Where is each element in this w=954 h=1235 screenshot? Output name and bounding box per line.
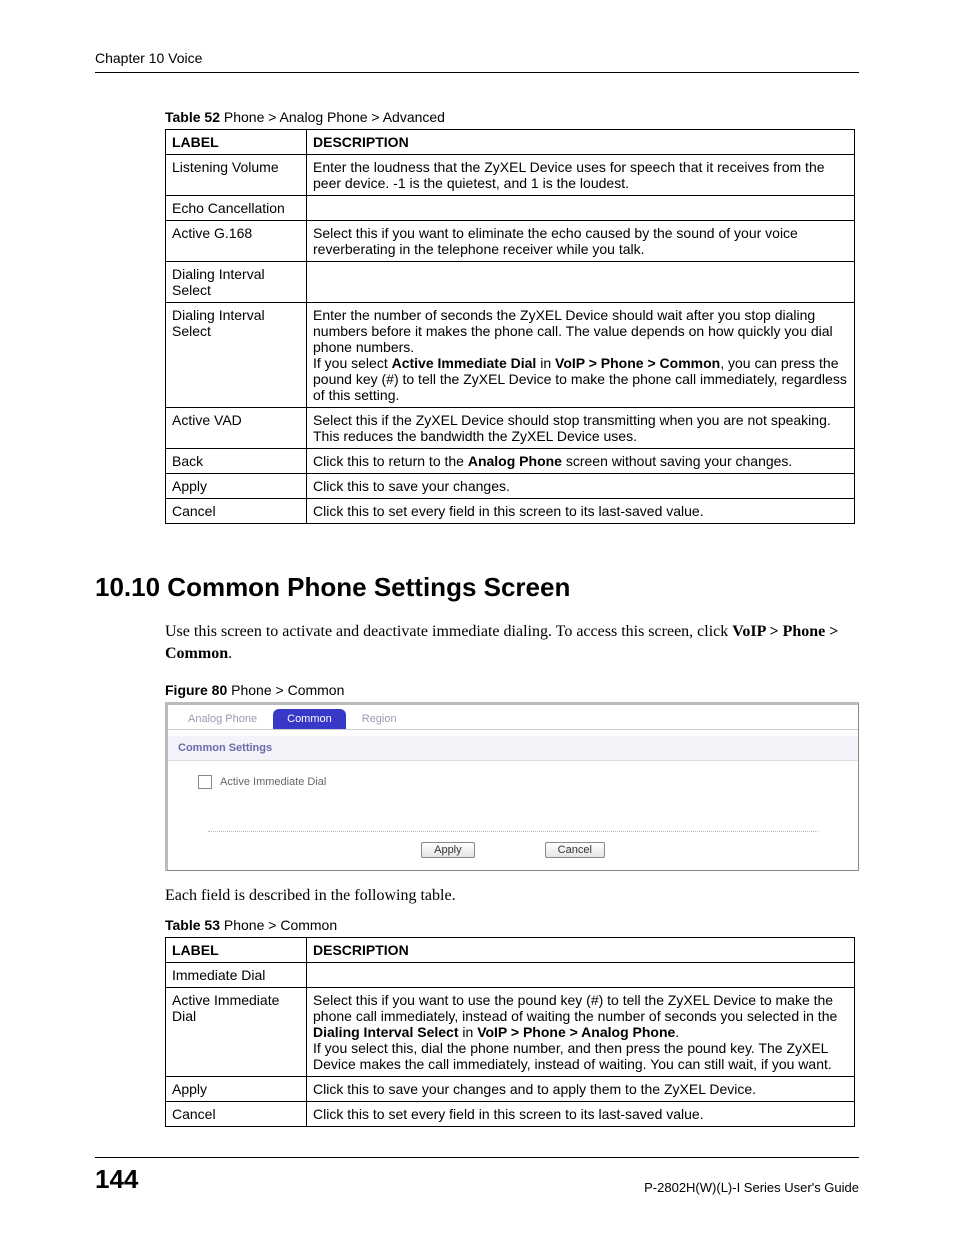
desc-part: in (459, 1024, 478, 1040)
col-label: LABEL (166, 130, 307, 155)
row-label: Apply (166, 1076, 307, 1101)
col-label: LABEL (166, 937, 307, 962)
desc-bold: Dialing Interval Select (313, 1024, 459, 1040)
checkbox-label: Active Immediate Dial (220, 776, 326, 788)
desc-bold: Active Immediate Dial (392, 355, 537, 371)
desc-part: If you select this, dial the phone numbe… (313, 1040, 832, 1072)
separator (208, 831, 818, 832)
table-row: Active VAD Select this if the ZyXEL Devi… (166, 408, 855, 449)
row-label: Echo Cancellation (166, 196, 307, 221)
table-row: Listening Volume Enter the loudness that… (166, 155, 855, 196)
desc-part: in (536, 355, 555, 371)
desc-part: If you select (313, 355, 392, 371)
page-footer: 144 P-2802H(W)(L)-I Series User's Guide (95, 1157, 859, 1195)
table-53: LABEL DESCRIPTION Immediate Dial Active … (165, 937, 855, 1127)
body-paragraph: Use this screen to activate and deactiva… (165, 621, 859, 664)
row-desc (307, 196, 855, 221)
table-row: Dialing Interval Select Enter the number… (166, 303, 855, 408)
table-row: Active G.168 Select this if you want to … (166, 221, 855, 262)
col-desc: DESCRIPTION (307, 130, 855, 155)
section-heading: 10.10 Common Phone Settings Screen (95, 572, 859, 603)
row-desc: Select this if the ZyXEL Device should s… (307, 408, 855, 449)
tab-row: Analog Phone Common Region (168, 705, 858, 730)
page-number: 144 (95, 1164, 138, 1195)
table-row: Echo Cancellation (166, 196, 855, 221)
table-row: Immediate Dial (166, 962, 855, 987)
row-desc (307, 262, 855, 303)
table-row: Dialing Interval Select (166, 262, 855, 303)
row-desc: Click this to set every field in this sc… (307, 499, 855, 524)
table-row: Back Click this to return to the Analog … (166, 449, 855, 474)
row-desc: Select this if you want to eliminate the… (307, 221, 855, 262)
panel-title: Common Settings (168, 736, 858, 761)
row-desc: Click this to save your changes. (307, 474, 855, 499)
desc-bold: Analog Phone (468, 453, 562, 469)
body-paragraph: Each field is described in the following… (165, 885, 859, 907)
row-desc: Click this to save your changes and to a… (307, 1076, 855, 1101)
figure-80-screenshot: Analog Phone Common Region Common Settin… (165, 702, 859, 871)
table-row: Apply Click this to save your changes. (166, 474, 855, 499)
row-label: Active Immediate Dial (166, 987, 307, 1076)
row-desc: Select this if you want to use the pound… (307, 987, 855, 1076)
table-row: Cancel Click this to set every field in … (166, 1101, 855, 1126)
panel-body: Active Immediate Dial (168, 761, 858, 813)
para-part: Use this screen to activate and deactiva… (165, 623, 732, 640)
caption-rest: Phone > Common (220, 917, 337, 933)
para-part: . (228, 645, 232, 662)
guide-name: P-2802H(W)(L)-I Series User's Guide (644, 1180, 859, 1195)
table-52: LABEL DESCRIPTION Listening Volume Enter… (165, 129, 855, 524)
figure-80-caption: Figure 80 Phone > Common (165, 682, 859, 698)
row-label: Cancel (166, 499, 307, 524)
desc-part: . (675, 1024, 679, 1040)
table-row: Cancel Click this to set every field in … (166, 499, 855, 524)
row-desc (307, 962, 855, 987)
row-desc: Enter the number of seconds the ZyXEL De… (307, 303, 855, 408)
caption-rest: Phone > Analog Phone > Advanced (220, 109, 445, 125)
apply-button[interactable]: Apply (421, 842, 475, 858)
cancel-button[interactable]: Cancel (545, 842, 605, 858)
row-label: Listening Volume (166, 155, 307, 196)
desc-part: Enter the number of seconds the ZyXEL De… (313, 307, 833, 355)
table-row: Apply Click this to save your changes an… (166, 1076, 855, 1101)
chapter-header: Chapter 10 Voice (95, 50, 859, 73)
row-label: Dialing Interval Select (166, 303, 307, 408)
row-label: Back (166, 449, 307, 474)
tab-common[interactable]: Common (273, 709, 346, 729)
tab-analog-phone[interactable]: Analog Phone (174, 709, 271, 729)
desc-bold: VoIP > Phone > Analog Phone (477, 1024, 675, 1040)
button-row: Apply Cancel (168, 842, 858, 870)
desc-part: screen without saving your changes. (562, 453, 792, 469)
checkbox-active-immediate-dial[interactable] (198, 775, 212, 789)
checkbox-row: Active Immediate Dial (198, 775, 828, 789)
col-desc: DESCRIPTION (307, 937, 855, 962)
table-header-row: LABEL DESCRIPTION (166, 130, 855, 155)
caption-bold: Figure 80 (165, 682, 227, 698)
row-label: Cancel (166, 1101, 307, 1126)
desc-bold: VoIP > Phone > Common (555, 355, 720, 371)
tab-region[interactable]: Region (348, 709, 411, 729)
row-desc: Enter the loudness that the ZyXEL Device… (307, 155, 855, 196)
table-row: Active Immediate Dial Select this if you… (166, 987, 855, 1076)
table-53-caption: Table 53 Phone > Common (165, 917, 859, 933)
table-header-row: LABEL DESCRIPTION (166, 937, 855, 962)
caption-bold: Table 52 (165, 109, 220, 125)
caption-bold: Table 53 (165, 917, 220, 933)
row-label: Active VAD (166, 408, 307, 449)
caption-rest: Phone > Common (227, 682, 344, 698)
desc-part: Click this to return to the (313, 453, 468, 469)
desc-part: Select this if you want to use the pound… (313, 992, 837, 1024)
row-label: Immediate Dial (166, 962, 307, 987)
row-desc: Click this to set every field in this sc… (307, 1101, 855, 1126)
row-desc: Click this to return to the Analog Phone… (307, 449, 855, 474)
row-label: Active G.168 (166, 221, 307, 262)
row-label: Apply (166, 474, 307, 499)
row-label: Dialing Interval Select (166, 262, 307, 303)
table-52-caption: Table 52 Phone > Analog Phone > Advanced (165, 109, 859, 125)
